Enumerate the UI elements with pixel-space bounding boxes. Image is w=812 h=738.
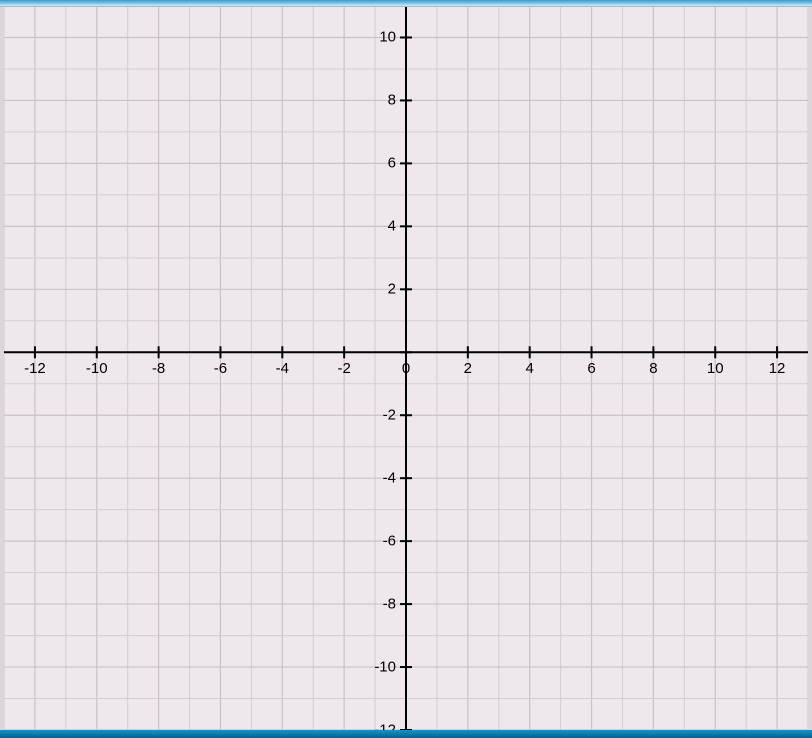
- x-tick-label: -8: [152, 360, 165, 377]
- x-tick-label: -4: [276, 360, 289, 377]
- window-bottom-edge: [0, 730, 812, 738]
- y-tick-label: -4: [383, 470, 396, 487]
- y-tick-label: -2: [383, 407, 396, 424]
- x-tick-label: -2: [337, 360, 350, 377]
- y-tick-label: -10: [374, 659, 396, 676]
- y-tick-label: 2: [388, 281, 396, 298]
- window-top-edge: [0, 0, 812, 7]
- x-tick-label: 0: [402, 360, 410, 377]
- x-tick-label: 6: [587, 360, 595, 377]
- x-tick-label: 8: [649, 360, 657, 377]
- y-tick-label: -6: [383, 533, 396, 550]
- window-left-edge: [0, 0, 4, 738]
- x-tick-label: -6: [214, 360, 227, 377]
- coordinate-plane[interactable]: -12 -10 -8 -6 -4 -2 0 2 4 6 8 10 12 -12 -10 -8 -6 -4 -2 2 4 6…: [4, 6, 808, 730]
- y-tick-label: 4: [388, 218, 396, 235]
- x-tick-label: 2: [464, 360, 472, 377]
- window-right-edge: [808, 0, 812, 738]
- y-tick-label: 10: [379, 29, 396, 46]
- y-tick-label: 8: [388, 92, 396, 109]
- y-tick-label: -12: [374, 722, 396, 731]
- app-frame: -12 -10 -8 -6 -4 -2 0 2 4 6 8 10 12 -12 -10 -8 -6 -4 -2 2 4 6…: [0, 0, 812, 738]
- x-tick-label: 12: [769, 360, 786, 377]
- x-tick-label: -12: [24, 360, 46, 377]
- x-tick-label: 4: [526, 360, 534, 377]
- x-tick-label: -10: [86, 360, 108, 377]
- y-tick-label: 6: [388, 155, 396, 172]
- y-tick-label: -8: [383, 596, 396, 613]
- x-tick-label: 10: [707, 360, 724, 377]
